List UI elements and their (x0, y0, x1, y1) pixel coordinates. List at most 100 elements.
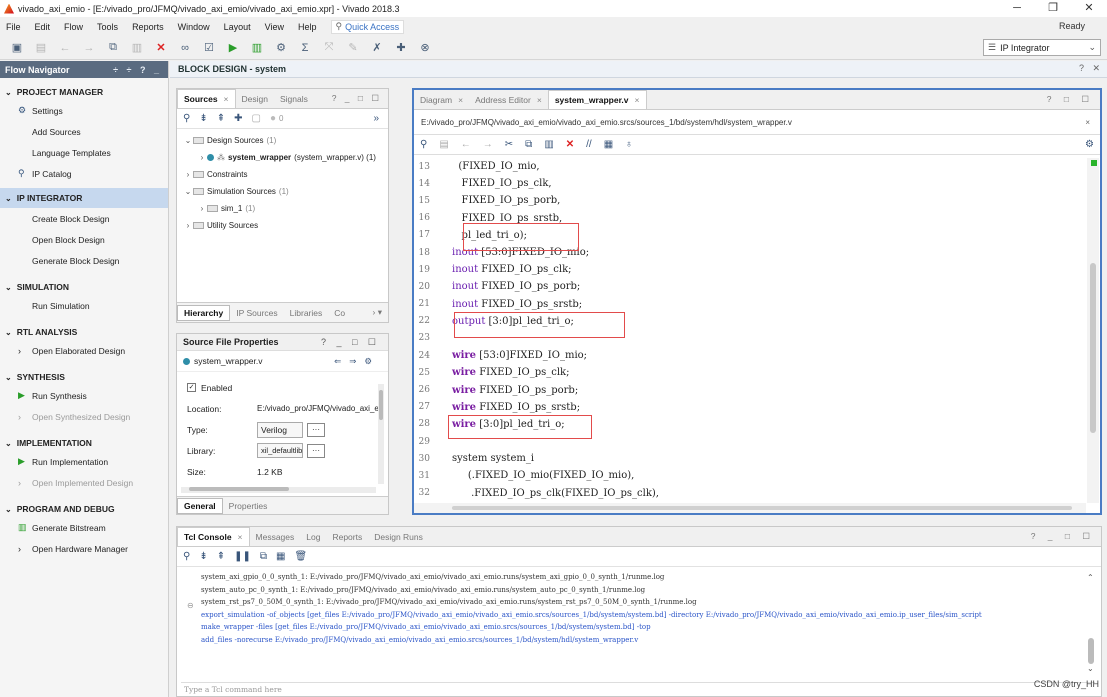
nav-open-synthesized-design[interactable]: › Open Synthesized Design (0, 406, 168, 427)
nav-add-sources[interactable]: Add Sources (0, 121, 168, 142)
bitstream-icon[interactable]: ▥ (248, 39, 266, 57)
more-icon[interactable]: » (373, 113, 379, 124)
tab-messages[interactable]: Messages (250, 528, 301, 546)
section-ip-integrator[interactable]: ⌄ IP INTEGRATOR (0, 188, 168, 208)
properties-icon[interactable]: ▢ (252, 113, 261, 124)
close-icon[interactable]: × (537, 95, 542, 105)
nav-language-templates[interactable]: Language Templates (0, 142, 168, 163)
redo-icon[interactable]: → (483, 139, 493, 150)
code-line[interactable]: 15 FIXED_IO_ps_porb, (414, 192, 1086, 209)
close-window-button[interactable]: ✕ (1071, 0, 1107, 16)
properties-vscrollbar[interactable] (378, 384, 384, 484)
search-icon[interactable]: ⚲ (420, 139, 427, 150)
nav-open-implemented-design[interactable]: › Open Implemented Design (0, 472, 168, 493)
tab-design[interactable]: Design (236, 90, 274, 108)
search-icon[interactable]: ⚲ (183, 113, 190, 124)
nav-generate-bitstream[interactable]: ▥ Generate Bitstream (0, 517, 168, 538)
collapse-all-icon[interactable]: ⇟ (199, 113, 207, 124)
tab-sources[interactable]: Sources × (177, 89, 236, 108)
tree-utility-sources[interactable]: › Utility Sources (177, 217, 388, 234)
code-line[interactable]: 26 wire FIXED_IO_ps_porb; (414, 381, 1086, 398)
tools-icon[interactable]: ✗ (368, 39, 386, 57)
tab-properties[interactable]: Properties (223, 501, 274, 511)
tab-signals[interactable]: Signals (274, 90, 314, 108)
sum-icon[interactable]: Σ (296, 39, 314, 57)
comment-icon[interactable]: // (586, 139, 592, 150)
columns-icon[interactable]: ▦ (276, 551, 285, 562)
tab-log[interactable]: Log (300, 528, 326, 546)
open-project-icon[interactable]: ▣ (8, 39, 26, 57)
nav-run-synthesis[interactable]: ▶ Run Synthesis (0, 385, 168, 406)
tree-system-wrapper[interactable]: › ⁂ system_wrapper (system_wrapper.v) (1… (177, 149, 388, 166)
tab-address-editor[interactable]: Address Editor × (469, 91, 548, 109)
console-controls[interactable]: ? _ □ ☐ (1025, 527, 1101, 546)
menu-file[interactable]: File (6, 22, 21, 32)
section-rtl-analysis[interactable]: ⌄ RTL ANALYSIS (0, 324, 168, 340)
close-icon[interactable]: × (635, 95, 640, 105)
link-icon[interactable]: ∞ (176, 39, 194, 57)
editor-hscrollbar[interactable] (414, 503, 1086, 513)
layout-select[interactable]: ☰ IP Integrator ⌄ (983, 39, 1101, 56)
paste-icon[interactable]: ▥ (544, 139, 553, 150)
nav-run-simulation[interactable]: Run Simulation (0, 295, 168, 316)
lightbulb-icon[interactable]: ♁ (625, 139, 633, 150)
nav-create-block-design[interactable]: Create Block Design (0, 208, 168, 229)
nav-run-implementation[interactable]: ▶ Run Implementation (0, 451, 168, 472)
tree-constraints[interactable]: › Constraints (177, 166, 388, 183)
editor-vscrollbar[interactable] (1087, 158, 1099, 503)
code-line[interactable]: 30 system system_i (414, 450, 1086, 467)
copy-icon[interactable]: ⧉ (525, 139, 532, 150)
trash-icon[interactable]: 🗑 (294, 551, 307, 562)
tab-tcl-console[interactable]: Tcl Console × (177, 527, 250, 546)
scroll-up-icon[interactable]: ⌃ (1087, 573, 1095, 582)
menu-edit[interactable]: Edit (35, 22, 51, 32)
menu-layout[interactable]: Layout (224, 22, 251, 32)
undo-icon[interactable]: ← (56, 39, 74, 57)
tab-ip-sources[interactable]: IP Sources (230, 308, 283, 318)
paste-icon[interactable]: ▥ (128, 39, 146, 57)
sources-panel-controls[interactable]: ? _ □ ☐ (326, 89, 388, 108)
section-program-and-debug[interactable]: ⌄ PROGRAM AND DEBUG (0, 501, 168, 517)
more-tabs-icon[interactable]: › ▾ (367, 307, 388, 318)
console-vscrollbar[interactable]: ⌃ ⌄ (1087, 573, 1095, 677)
save-icon[interactable]: ▤ (439, 139, 448, 150)
tab-diagram[interactable]: Diagram × (414, 91, 469, 109)
menu-window[interactable]: Window (178, 22, 210, 32)
nav-generate-block-design[interactable]: Generate Block Design (0, 250, 168, 271)
tab-general[interactable]: General (177, 497, 223, 514)
pause-icon[interactable]: ❚❚ (234, 551, 251, 562)
delete-icon[interactable]: ✕ (566, 139, 574, 150)
menu-help[interactable]: Help (298, 22, 317, 32)
scrollbar-thumb[interactable] (1088, 638, 1094, 664)
copy-icon[interactable]: ⧉ (260, 551, 267, 562)
edit-icon[interactable]: ✎ (344, 39, 362, 57)
cut-icon[interactable]: ✂ (505, 139, 513, 150)
tab-reports[interactable]: Reports (326, 528, 368, 546)
nav-open-hardware-manager[interactable]: › Open Hardware Manager (0, 538, 168, 559)
save-icon[interactable]: ▤ (32, 39, 50, 57)
code-line[interactable]: 27 wire FIXED_IO_ps_srstb; (414, 399, 1086, 416)
copy-icon[interactable]: ⧉ (104, 39, 122, 57)
columns-icon[interactable]: ▦ (604, 139, 613, 150)
menu-flow[interactable]: Flow (64, 22, 83, 32)
code-line[interactable]: 20 inout FIXED_IO_ps_porb; (414, 278, 1086, 295)
collapse-toggle-icon[interactable]: ⊖ (187, 601, 194, 610)
code-line[interactable]: 13 (FIXED_IO_mio, (414, 158, 1086, 175)
menu-reports[interactable]: Reports (132, 22, 164, 32)
section-synthesis[interactable]: ⌄ SYNTHESIS (0, 369, 168, 385)
library-browse-button[interactable]: ··· (307, 443, 325, 458)
menu-tools[interactable]: Tools (97, 22, 118, 32)
close-icon[interactable]: × (238, 532, 243, 542)
search-icon[interactable]: ⚲ (183, 551, 190, 562)
block-design-controls[interactable]: ? ✕ (1079, 63, 1103, 74)
nav-ip-catalog[interactable]: ⚲ IP Catalog (0, 163, 168, 184)
close-path-icon[interactable]: × (1085, 118, 1090, 127)
tab-design-runs[interactable]: Design Runs (368, 528, 429, 546)
scroll-down-icon[interactable]: ⌄ (1087, 664, 1095, 673)
section-simulation[interactable]: ⌄ SIMULATION (0, 279, 168, 295)
code-line[interactable]: 14 FIXED_IO_ps_clk, (414, 175, 1086, 192)
nav-settings[interactable]: ⚙ Settings (0, 100, 168, 121)
tab-system-wrapper[interactable]: system_wrapper.v × (547, 90, 647, 109)
scrollbar-thumb[interactable] (1090, 263, 1096, 433)
tab-hierarchy[interactable]: Hierarchy (177, 304, 231, 321)
